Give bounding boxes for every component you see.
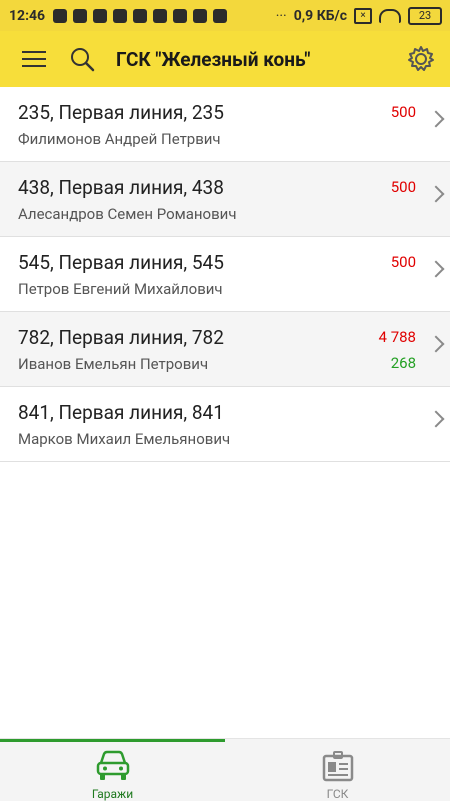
notification-icon <box>73 8 88 23</box>
menu-button[interactable] <box>6 31 62 87</box>
battery-indicator: 23 <box>408 6 442 25</box>
notification-icon <box>213 8 228 23</box>
garage-row[interactable]: 438, Первая линия, 438 Алесандров Семен … <box>0 162 450 237</box>
active-tab-indicator <box>0 739 225 742</box>
gear-icon <box>408 46 434 71</box>
garage-address: 235, Первая линия, 235 <box>18 101 224 124</box>
notification-icon <box>133 8 148 23</box>
chevron-right-icon <box>427 110 445 128</box>
garage-row[interactable]: 545, Первая линия, 545 Петров Евгений Ми… <box>0 237 450 312</box>
chevron-right-icon <box>427 410 445 428</box>
debt-amount: 4 788 <box>378 328 416 346</box>
notification-icon <box>93 8 108 23</box>
garage-address: 545, Первая линия, 545 <box>18 251 224 274</box>
chevron-right-icon <box>427 335 445 353</box>
status-bar: 12:46 ··· 0,9 КБ/с × 23 <box>0 0 450 31</box>
garage-owner: Петров Евгений Михайлович <box>18 280 223 298</box>
garage-owner: Марков Михаил Емельянович <box>18 430 231 448</box>
page-title: ГСК "Железный конь" <box>116 47 311 71</box>
app-toolbar: ГСК "Железный конь" <box>0 31 450 87</box>
debt-amount: 500 <box>390 178 416 196</box>
garage-address: 438, Первая линия, 438 <box>18 176 224 199</box>
tab-label: ГСК <box>326 787 349 801</box>
cloud-icon <box>173 8 188 23</box>
chevron-right-icon <box>427 260 445 278</box>
debt-amount: 500 <box>390 253 416 271</box>
chevron-right-icon <box>427 185 445 203</box>
search-button[interactable] <box>62 31 102 87</box>
trash-icon <box>193 8 208 23</box>
garage-address: 841, Первая линия, 841 <box>18 401 224 424</box>
cloud-icon <box>153 8 168 23</box>
hamburger-icon <box>22 50 46 68</box>
garage-row[interactable]: 841, Первая линия, 841 Марков Михаил Еме… <box>0 387 450 462</box>
garage-owner: Алесандров Семен Романович <box>18 205 237 223</box>
garage-list: 235, Первая линия, 235 Филимонов Андрей … <box>0 87 450 462</box>
wifi-icon <box>379 8 401 23</box>
tab-gsk[interactable]: ГСК <box>225 739 450 801</box>
search-icon <box>71 48 95 72</box>
badge-icon <box>322 751 353 782</box>
settings-button[interactable] <box>406 44 436 74</box>
credit-amount: 268 <box>390 354 416 372</box>
network-speed: 0,9 КБ/с <box>293 7 347 24</box>
tab-garages[interactable]: Гаражи <box>0 739 225 801</box>
garage-address: 782, Первая линия, 782 <box>18 326 224 349</box>
garage-owner: Филимонов Андрей Петрвич <box>18 130 221 148</box>
x-box-icon: × <box>354 7 372 24</box>
overflow-dots-icon: ··· <box>275 7 287 24</box>
notification-icon <box>53 8 68 23</box>
status-time: 12:46 <box>9 7 46 24</box>
garage-row[interactable]: 235, Первая линия, 235 Филимонов Андрей … <box>0 87 450 162</box>
bottom-navigation: Гаражи ГСК <box>0 738 450 801</box>
garage-owner: Иванов Емельян Петрович <box>18 355 209 373</box>
notification-icons <box>53 8 228 23</box>
car-icon <box>96 750 129 780</box>
tab-label: Гаражи <box>91 787 134 801</box>
garage-row[interactable]: 782, Первая линия, 782 Иванов Емельян Пе… <box>0 312 450 387</box>
warning-icon <box>113 8 128 23</box>
debt-amount: 500 <box>390 103 416 121</box>
